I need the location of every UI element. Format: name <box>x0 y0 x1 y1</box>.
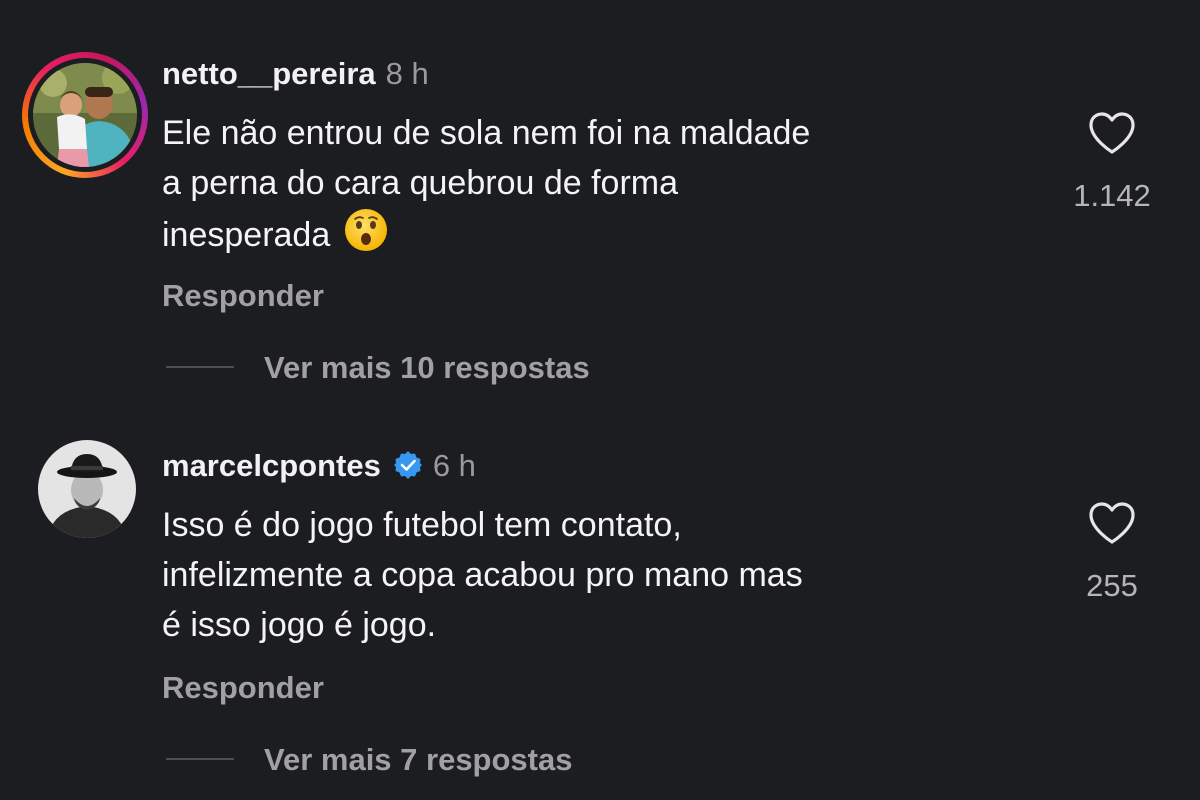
comment-meta: netto__pereira 8 h <box>162 54 429 94</box>
view-more-replies-label: Ver mais 7 respostas <box>264 742 573 777</box>
like-control: 255 <box>1062 500 1162 604</box>
like-count: 255 <box>1086 568 1138 603</box>
view-more-replies-button[interactable]: Ver mais 10 respostas <box>166 350 590 386</box>
verified-badge-icon <box>393 451 422 479</box>
avatar-story-ring[interactable] <box>22 52 148 178</box>
comments-screen: netto__pereira 8 h Ele não entrou de sola… <box>0 0 1200 800</box>
reply-button[interactable]: Responder <box>162 278 324 314</box>
like-control: 1.142 <box>1062 110 1162 214</box>
astonished-face-icon <box>345 209 388 251</box>
comment-meta: marcelcpontes 6 h <box>162 446 476 486</box>
username[interactable]: netto__pereira <box>162 56 376 91</box>
comment-line: inesperada <box>162 216 331 254</box>
view-more-replies-label: Ver mais 10 respostas <box>264 350 590 385</box>
comment-text: Ele não entrou de sola nem foi na maldad… <box>162 108 1042 260</box>
comment-line-with-emoji: inesperada <box>162 208 1042 260</box>
avatar[interactable] <box>38 440 136 538</box>
avatar <box>33 63 137 167</box>
heart-icon[interactable] <box>1087 500 1137 546</box>
divider <box>166 758 234 760</box>
comment-line: a perna do cara quebrou de forma <box>162 164 679 202</box>
timestamp: 8 h <box>385 56 429 91</box>
comment-line: Ele não entrou de sola nem foi na maldad… <box>162 114 811 152</box>
comment-line: infelizmente a copa acabou pro mano mas <box>162 556 803 594</box>
reply-button[interactable]: Responder <box>162 670 324 706</box>
divider <box>166 366 234 368</box>
like-count: 1.142 <box>1073 178 1151 213</box>
username[interactable]: marcelcpontes <box>162 448 381 483</box>
comment-line: é isso jogo é jogo. <box>162 606 437 644</box>
comment-text: Isso é do jogo futebol tem contato, infe… <box>162 500 1042 650</box>
timestamp: 6 h <box>432 448 476 483</box>
heart-icon[interactable] <box>1087 110 1137 156</box>
view-more-replies-button[interactable]: Ver mais 7 respostas <box>166 742 572 778</box>
story-ring <box>22 52 148 178</box>
comment-line: Isso é do jogo futebol tem contato, <box>162 506 682 544</box>
